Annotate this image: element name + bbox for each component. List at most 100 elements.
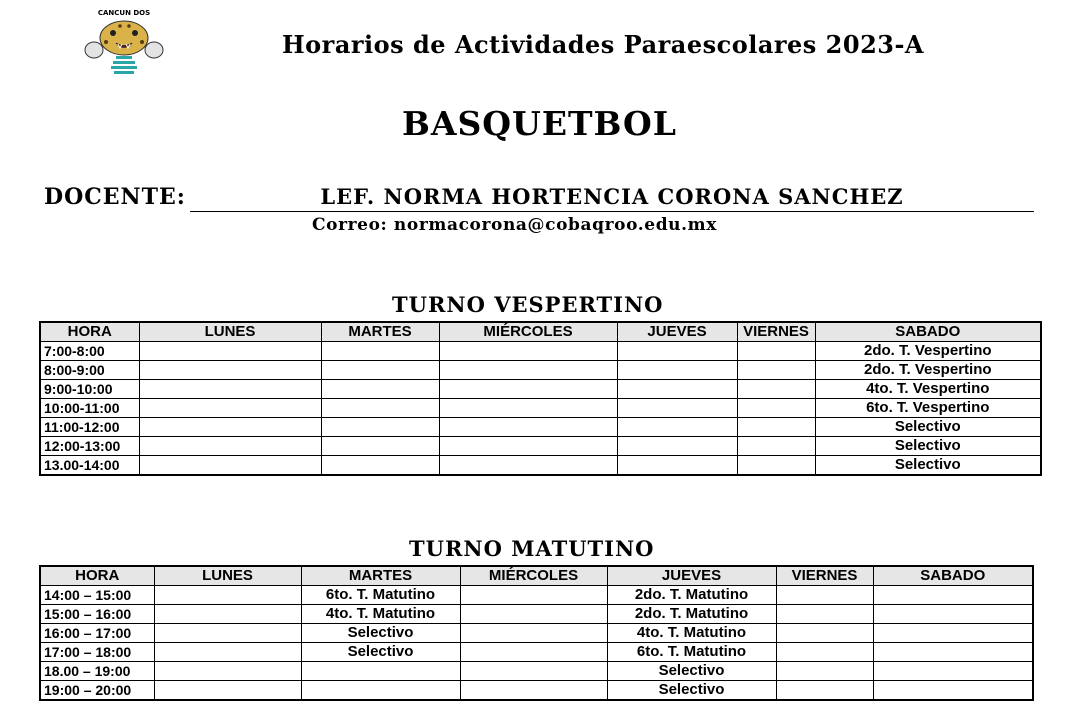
table-cell	[438, 379, 618, 399]
table-cell: 12:00-13:00	[39, 436, 140, 456]
table-cell: Selectivo	[300, 623, 461, 643]
table-cell: 19:00 – 20:00	[39, 680, 155, 701]
table-cell	[616, 417, 738, 437]
table-row: 15:00 – 16:00 4to. T. Matutino 2do. T. M…	[39, 604, 1034, 624]
table-cell	[153, 604, 302, 624]
table-cell	[736, 398, 816, 418]
docente-label: DOCENTE:	[44, 184, 186, 210]
table-cell	[616, 436, 738, 456]
table-cell	[736, 379, 816, 399]
table-cell	[775, 661, 874, 681]
table-cell: Selectivo	[814, 455, 1042, 476]
table-cell	[138, 360, 322, 380]
table-cell	[320, 417, 440, 437]
table-cell	[459, 585, 608, 605]
table-cell: 6to. T. Vespertino	[814, 398, 1042, 418]
table-cell	[736, 455, 816, 476]
table-cell	[872, 661, 1034, 681]
table-cell	[616, 341, 738, 361]
table-cell: 4to. T. Matutino	[606, 623, 777, 643]
table-cell: Selectivo	[606, 680, 777, 701]
table-cell: 15:00 – 16:00	[39, 604, 155, 624]
table-row: 12:00-13:00 Selectivo	[39, 436, 1042, 456]
turno-vespertino-title: TURNO VESPERTINO	[392, 292, 664, 317]
table-cell: 4to. T. Vespertino	[814, 379, 1042, 399]
table-cell: 6to. T. Matutino	[606, 642, 777, 662]
table-cell: Selectivo	[300, 642, 461, 662]
column-header: HORA	[39, 321, 140, 342]
table-cell	[138, 379, 322, 399]
school-jaguar-logo: CANCUN DOS	[80, 6, 168, 78]
table-header-row: HORA LUNES MARTES MIÉRCOLES JUEVES VIERN…	[39, 565, 1034, 586]
table-cell	[775, 604, 874, 624]
sport-title-text: BASQUETBOL	[401, 104, 677, 143]
column-header: VIERNES	[775, 565, 874, 586]
table-row: 13.00-14:00 Selectivo	[39, 455, 1042, 476]
table-cell: 2do. T. Matutino	[606, 585, 777, 605]
table-row: 17:00 – 18:00 Selectivo 6to. T. Matutino	[39, 642, 1034, 662]
table-cell	[459, 642, 608, 662]
table-cell	[616, 455, 738, 476]
table-row: 18.00 – 19:00 Selectivo	[39, 661, 1034, 681]
table-cell	[153, 642, 302, 662]
docente-email: Correo: normacorona@cobaqroo.edu.mx	[312, 215, 717, 235]
table-cell: 7:00-8:00	[39, 341, 140, 361]
table-cell	[872, 585, 1034, 605]
table-cell	[438, 455, 618, 476]
table-cell	[775, 642, 874, 662]
table-cell: Selectivo	[814, 417, 1042, 437]
column-header: SABADO	[872, 565, 1034, 586]
table-cell	[775, 623, 874, 643]
table-cell: 4to. T. Matutino	[300, 604, 461, 624]
table-cell: 8:00-9:00	[39, 360, 140, 380]
table-cell	[153, 680, 302, 701]
table-cell	[459, 623, 608, 643]
table-cell	[775, 585, 874, 605]
table-cell	[459, 604, 608, 624]
column-header: JUEVES	[616, 321, 738, 342]
table-cell	[872, 680, 1034, 701]
table-cell: 13.00-14:00	[39, 455, 140, 476]
table-cell	[736, 417, 816, 437]
table-row: 8:00-9:00 2do. T. Vespertino	[39, 360, 1042, 380]
column-header: MIÉRCOLES	[459, 565, 608, 586]
table-cell	[438, 360, 618, 380]
table-cell: 10:00-11:00	[39, 398, 140, 418]
table-cell	[438, 417, 618, 437]
table-cell	[438, 436, 618, 456]
table-cell	[138, 436, 322, 456]
table-row: 14:00 – 15:00 6to. T. Matutino 2do. T. M…	[39, 585, 1034, 605]
table-cell	[300, 680, 461, 701]
docente-underline	[190, 211, 1034, 212]
table-cell	[616, 360, 738, 380]
table-row: 9:00-10:00 4to. T. Vespertino	[39, 379, 1042, 399]
sport-title: BASQUETBOL	[0, 104, 1084, 143]
table-cell	[153, 623, 302, 643]
table-cell	[872, 642, 1034, 662]
turno-matutino-title: TURNO MATUTINO	[409, 536, 655, 561]
column-header: VIERNES	[736, 321, 816, 342]
table-cell	[459, 680, 608, 701]
table-cell	[138, 455, 322, 476]
table-cell	[320, 379, 440, 399]
table-row: 10:00-11:00 6to. T. Vespertino	[39, 398, 1042, 418]
svg-text:CANCUN DOS: CANCUN DOS	[98, 9, 150, 17]
table-cell	[438, 398, 618, 418]
column-header: LUNES	[153, 565, 302, 586]
table-cell	[300, 661, 461, 681]
table-cell	[138, 398, 322, 418]
docente-name: LEF. NORMA HORTENCIA CORONA SANCHEZ	[320, 184, 904, 209]
column-header: JUEVES	[606, 565, 777, 586]
table-cell	[736, 341, 816, 361]
table-cell	[872, 623, 1034, 643]
table-cell	[736, 360, 816, 380]
table-cell	[320, 398, 440, 418]
column-header: MIÉRCOLES	[438, 321, 618, 342]
table-cell: 2do. T. Matutino	[606, 604, 777, 624]
column-header: HORA	[39, 565, 155, 586]
table-cell	[736, 436, 816, 456]
table-cell	[138, 417, 322, 437]
table-cell: 9:00-10:00	[39, 379, 140, 399]
table-cell	[320, 360, 440, 380]
table-cell	[616, 398, 738, 418]
